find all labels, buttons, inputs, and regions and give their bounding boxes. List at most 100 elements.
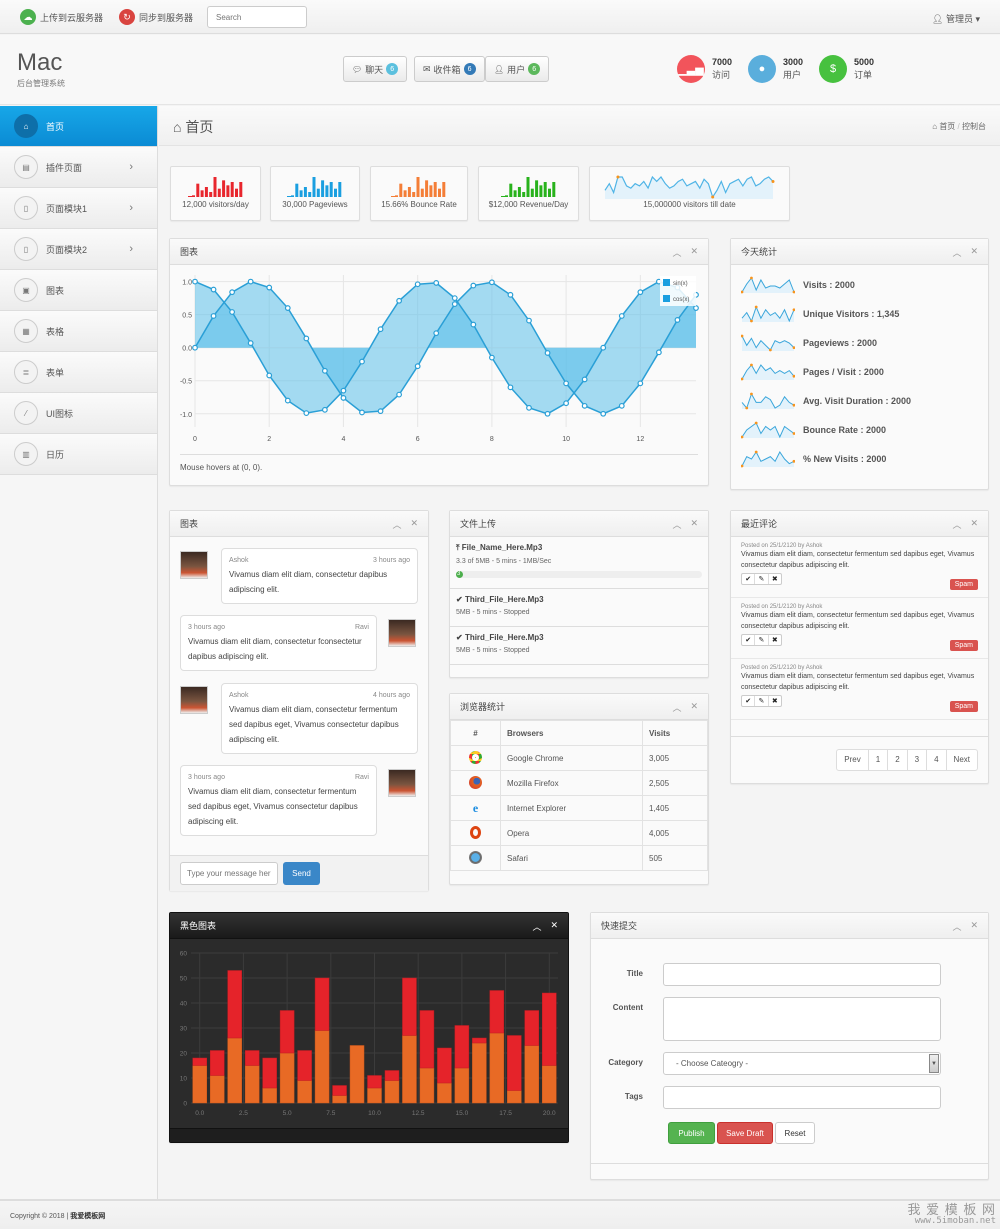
send-button[interactable]: Send bbox=[283, 862, 320, 885]
page-prev[interactable]: Prev bbox=[837, 750, 869, 770]
bar-top bbox=[384, 1070, 400, 1081]
sidebar-item-charts[interactable]: ▣ 图表 bbox=[0, 270, 157, 311]
collapse-icon[interactable]: ︿ bbox=[952, 246, 961, 259]
collapse-icon[interactable]: ︿ bbox=[532, 920, 541, 933]
search-input[interactable] bbox=[207, 6, 307, 28]
edit-icon[interactable]: ✎ bbox=[755, 696, 769, 706]
data-point bbox=[247, 278, 254, 285]
safari-icon bbox=[469, 850, 482, 864]
bar-top bbox=[489, 990, 505, 1034]
page-2[interactable]: 2 bbox=[888, 750, 908, 770]
close-icon[interactable]: ✕ bbox=[690, 246, 698, 259]
sparkline-marker bbox=[750, 363, 753, 366]
mini-bar bbox=[425, 180, 429, 197]
mini-bar-chart bbox=[287, 177, 342, 197]
collapse-icon[interactable]: ︿ bbox=[672, 701, 681, 714]
breadcrumb-home[interactable]: 首页 bbox=[939, 122, 955, 131]
data-point bbox=[526, 404, 532, 411]
spam-button[interactable]: Spam bbox=[949, 701, 978, 712]
mini-stat-label: 30,000 Pageviews bbox=[282, 200, 348, 209]
x-tick-label: 15.0 bbox=[456, 1110, 469, 1117]
logo: Mac bbox=[17, 49, 63, 76]
comment-text: Vivamus diam elit diam, consectetur ferm… bbox=[741, 612, 975, 630]
today-stat-label: % New Visits : 2000 bbox=[803, 453, 887, 464]
magic-wand-icon: ⁄ bbox=[14, 401, 38, 425]
tags-input[interactable] bbox=[663, 1086, 941, 1109]
delete-icon[interactable]: ✖ bbox=[769, 635, 781, 645]
approve-icon[interactable]: ✔ bbox=[742, 574, 756, 584]
edit-icon[interactable]: ✎ bbox=[755, 574, 769, 584]
delete-icon[interactable]: ✖ bbox=[769, 574, 781, 584]
mini-bar bbox=[195, 183, 199, 197]
spam-button[interactable]: Spam bbox=[949, 579, 978, 590]
chat-message-input[interactable] bbox=[180, 862, 278, 885]
close-icon[interactable]: ✕ bbox=[970, 920, 978, 933]
inbox-button[interactable]: ✉ 收件箱 6 bbox=[414, 56, 485, 82]
sidebar-item-tables[interactable]: ▦ 表格 bbox=[0, 311, 157, 352]
title-input[interactable] bbox=[663, 963, 941, 986]
close-icon[interactable]: ✕ bbox=[970, 246, 978, 259]
collapse-icon[interactable]: ︿ bbox=[672, 518, 681, 531]
page-4[interactable]: 4 bbox=[927, 750, 947, 770]
file-item: ✔ Third_File_Here.Mp3 5MB - 5 mins - Sto… bbox=[450, 627, 708, 665]
close-icon[interactable]: ✕ bbox=[690, 518, 698, 531]
sidebar-item-module1[interactable]: ▯ 页面模块1 › bbox=[0, 188, 157, 229]
user-menu[interactable]: 👤︎ 管理员 ▾ bbox=[932, 12, 980, 25]
sidebar-item-calendar[interactable]: ▥ 日历 bbox=[0, 434, 157, 475]
sidebar-item-home[interactable]: ⌂ 首页 bbox=[0, 106, 157, 147]
close-icon[interactable]: ✕ bbox=[410, 518, 418, 531]
delete-icon[interactable]: ✖ bbox=[769, 696, 781, 706]
close-icon[interactable]: ✕ bbox=[970, 518, 978, 531]
mini-stat-label: 12,000 visitors/day bbox=[182, 200, 249, 209]
message-time: 3 hours ago bbox=[188, 774, 225, 781]
sidebar-item-module2[interactable]: ▯ 页面模块2 › bbox=[0, 229, 157, 270]
category-value: - Choose Cateogry - bbox=[676, 1059, 749, 1068]
spam-button[interactable]: Spam bbox=[949, 640, 978, 651]
mini-bar bbox=[517, 187, 521, 197]
sync-server-button[interactable]: ↻ 同步到服务器 bbox=[119, 9, 193, 25]
sparkline-marker bbox=[792, 307, 795, 311]
sidebar-item-ui-icons[interactable]: ⁄ UI图标 bbox=[0, 393, 157, 434]
page-next[interactable]: Next bbox=[947, 750, 977, 770]
mini-bar bbox=[230, 182, 234, 197]
chat-button[interactable]: 💬︎ 聊天 6 bbox=[343, 56, 408, 82]
upload-icon: ⤒ bbox=[456, 543, 460, 552]
sidebar-item-forms[interactable]: ≣ 表单 bbox=[0, 352, 157, 393]
approve-icon[interactable]: ✔ bbox=[742, 635, 756, 645]
page-3[interactable]: 3 bbox=[908, 750, 928, 770]
reset-button[interactable]: Reset bbox=[775, 1122, 815, 1144]
check-icon: ✔ bbox=[456, 595, 463, 604]
users-button[interactable]: 👤︎ 用户 6 bbox=[485, 56, 550, 82]
page-1[interactable]: 1 bbox=[869, 750, 889, 770]
sidebar-item-plugins[interactable]: ▤ 插件页面 › bbox=[0, 147, 157, 188]
upload-progress-fill: 3 bbox=[456, 571, 464, 578]
collapse-icon[interactable]: ︿ bbox=[392, 518, 401, 531]
close-icon[interactable]: ✕ bbox=[690, 701, 698, 714]
chevron-right-icon: › bbox=[129, 161, 133, 173]
today-stat-row: Bounce Rate : 2000 bbox=[731, 415, 988, 444]
sparkline-chart bbox=[741, 392, 795, 409]
collapse-icon[interactable]: ︿ bbox=[952, 920, 961, 933]
footer-link[interactable]: 我爱模板网 bbox=[70, 1213, 105, 1220]
bar-top bbox=[332, 1085, 347, 1096]
browser-name: Mozilla Firefox bbox=[500, 770, 643, 796]
x-tick-label: 8 bbox=[490, 436, 494, 443]
bar-bottom bbox=[349, 1045, 365, 1104]
data-point bbox=[433, 330, 440, 337]
category-select[interactable]: - Choose Cateogry - ▼ bbox=[663, 1052, 941, 1075]
edit-icon[interactable]: ✎ bbox=[755, 635, 769, 645]
mini-bar bbox=[420, 188, 424, 197]
publish-button[interactable]: Publish bbox=[668, 1122, 715, 1144]
collapse-icon[interactable]: ︿ bbox=[952, 518, 961, 531]
user-icon: ● bbox=[748, 55, 776, 83]
approve-icon[interactable]: ✔ bbox=[742, 696, 756, 706]
sparkline-chart bbox=[741, 421, 795, 438]
content-textarea[interactable] bbox=[663, 997, 941, 1041]
bar-top bbox=[472, 1037, 487, 1044]
save-draft-button[interactable]: Save Draft bbox=[717, 1122, 773, 1144]
close-icon[interactable]: ✕ bbox=[550, 920, 558, 933]
calendar-icon: ▥ bbox=[14, 442, 38, 466]
table-icon: ▦ bbox=[14, 319, 38, 343]
collapse-icon[interactable]: ︿ bbox=[672, 246, 681, 259]
upload-cloud-button[interactable]: ☁ 上传到云服务器 bbox=[20, 9, 103, 25]
